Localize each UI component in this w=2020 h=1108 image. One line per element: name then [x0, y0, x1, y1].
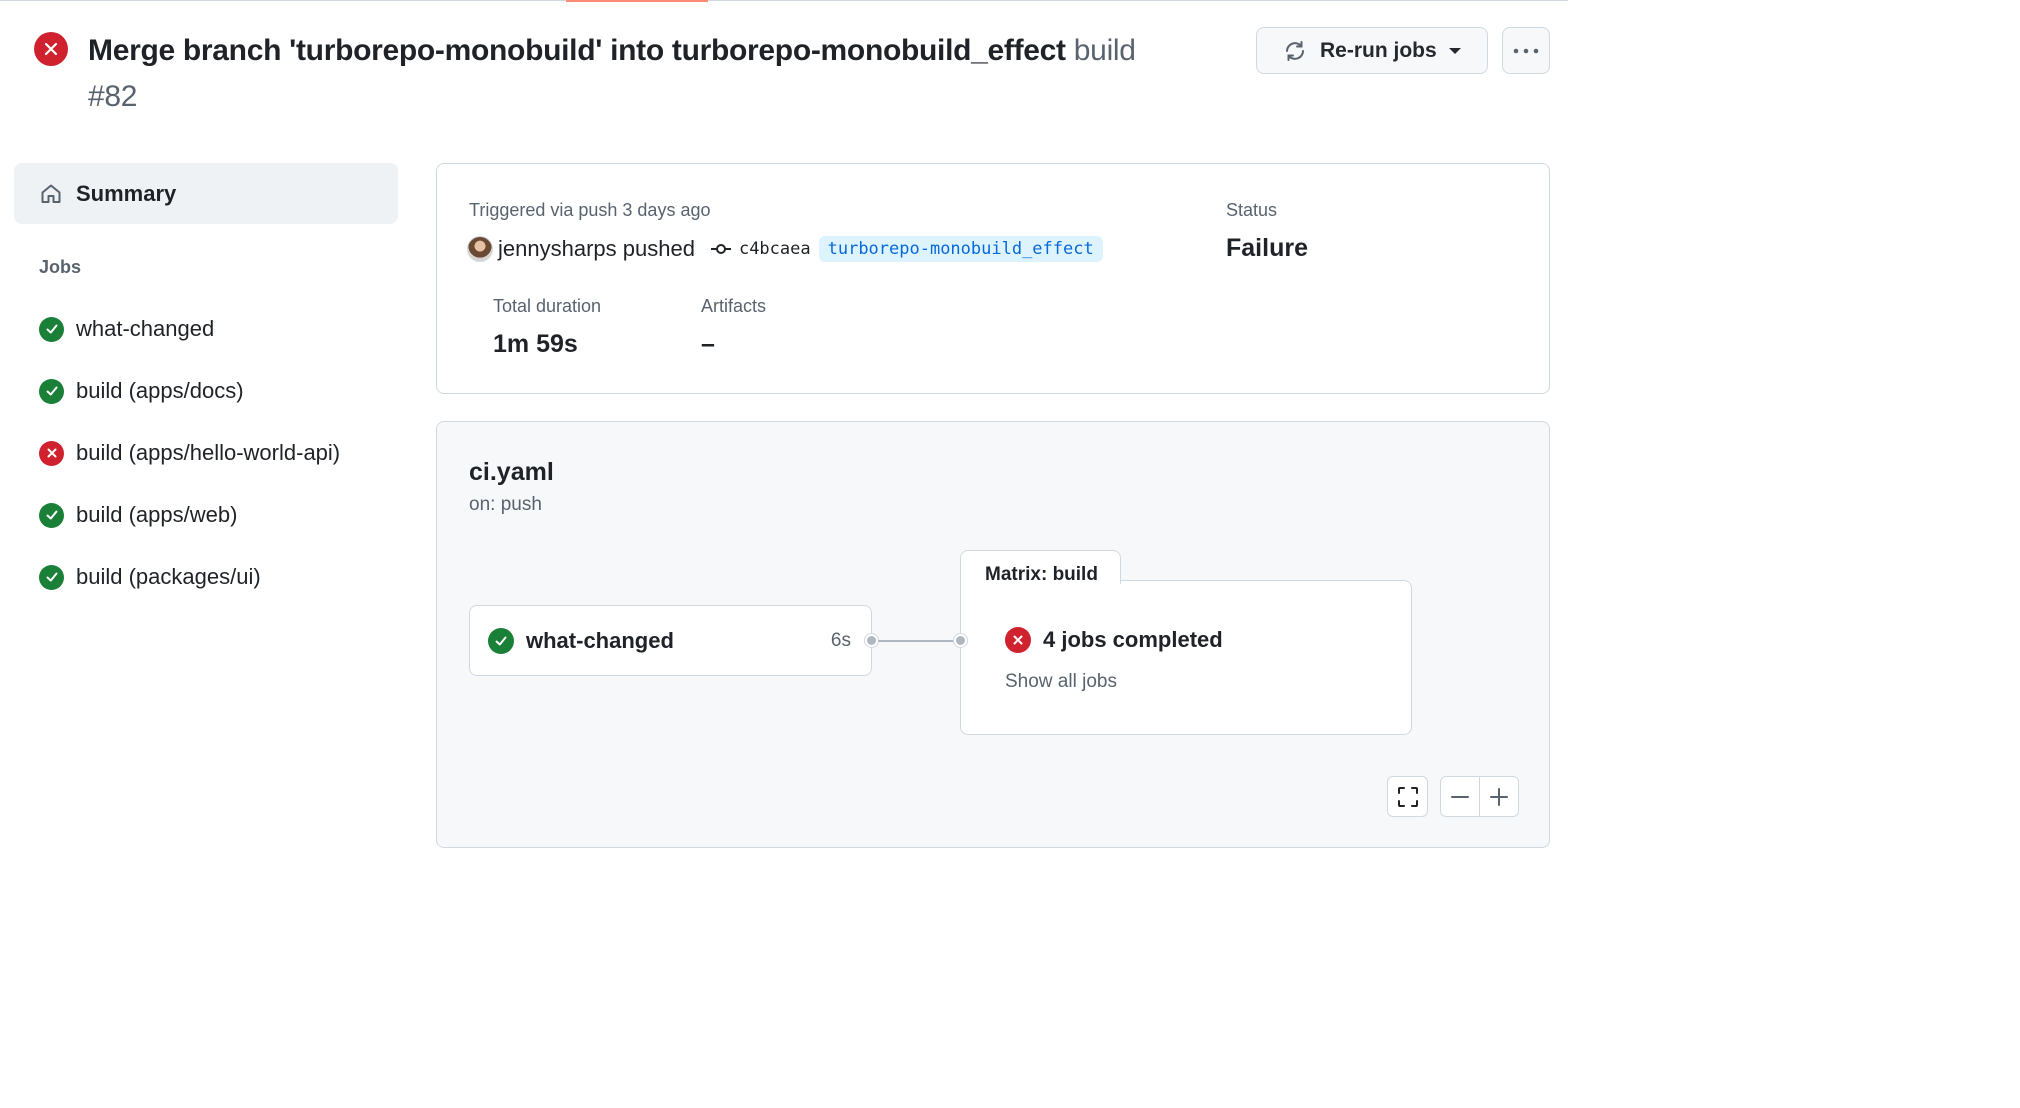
connector-dot-in — [954, 634, 967, 647]
avatar[interactable] — [467, 236, 493, 262]
pushed-word: pushed — [622, 236, 695, 261]
job-node-what-changed[interactable]: what-changed 6s — [469, 605, 872, 676]
check-circle-icon — [39, 502, 64, 528]
sidebar-job-label: build (apps/docs) — [76, 378, 244, 403]
rerun-jobs-label: Re-run jobs — [1320, 38, 1437, 62]
screen-full-icon — [1397, 786, 1418, 807]
run-title-text: Merge branch 'turborepo-monobuild' into … — [88, 34, 1066, 67]
triggered-text: Triggered via push 3 days ago — [469, 200, 711, 220]
show-all-jobs-link[interactable]: Show all jobs — [1005, 671, 1117, 693]
matrix-status-text: 4 jobs completed — [1043, 627, 1223, 652]
kebab-horizontal-icon — [1513, 48, 1539, 53]
connector-line — [878, 640, 958, 642]
sidebar-job-label: what-changed — [76, 316, 215, 341]
sidebar-job-item[interactable]: build (apps/docs) — [39, 360, 399, 422]
sidebar-job-label: build (apps/hello-world-api) — [76, 440, 341, 465]
sidebar-job-item[interactable]: build (apps/hello-world-api) — [39, 422, 399, 484]
jobs-heading: Jobs — [39, 257, 82, 277]
total-duration-label: Total duration — [493, 296, 602, 316]
total-duration-value: 1m 59s — [493, 330, 578, 358]
run-number: #82 — [88, 80, 138, 113]
summary-label: Summary — [76, 180, 177, 206]
pusher-link[interactable]: jennysharps pushed — [498, 236, 695, 262]
workflow-graph-card: ci.yaml on: push what-changed 6s Matrix:… — [436, 421, 1550, 848]
check-circle-icon — [39, 316, 64, 342]
workflow-file-name: ci.yaml — [469, 458, 554, 486]
job-node-name: what-changed — [526, 627, 674, 653]
triangle-down-icon — [1448, 47, 1461, 54]
plus-icon — [1490, 787, 1508, 806]
zoom-in-button[interactable] — [1479, 777, 1518, 816]
push-info: jennysharps pushed c4bcaea turborepo-mon… — [467, 236, 1103, 262]
zoom-out-button[interactable] — [1441, 777, 1479, 816]
sidebar-job-item[interactable]: build (apps/web) — [39, 484, 399, 546]
pusher-name: jennysharps — [498, 236, 617, 261]
sidebar-job-item[interactable]: what-changed — [39, 298, 399, 360]
artifacts-label: Artifacts — [701, 296, 767, 316]
check-circle-icon — [39, 378, 64, 404]
workflow-trigger: on: push — [469, 494, 542, 515]
branch-link[interactable]: turborepo-monobuild_effect — [818, 236, 1103, 262]
x-circle-icon — [1005, 627, 1031, 653]
sidebar-summary-link[interactable]: Summary — [14, 163, 398, 224]
run-summary-card: Triggered via push 3 days ago jennysharp… — [436, 163, 1550, 394]
matrix-status[interactable]: 4 jobs completed — [1005, 627, 1223, 653]
run-workflow-word: build — [1073, 34, 1136, 67]
sync-icon — [1286, 40, 1304, 61]
top-border — [0, 0, 1568, 1]
status-label: Status — [1226, 200, 1278, 220]
connector-dot-out — [865, 634, 878, 647]
minus-icon — [1451, 795, 1469, 798]
job-node-duration: 6s — [830, 629, 851, 651]
home-icon — [41, 184, 61, 203]
matrix-tab: Matrix: build — [960, 550, 1121, 585]
zoom-controls — [1440, 776, 1519, 817]
sidebar-job-item[interactable]: build (packages/ui) — [39, 546, 399, 608]
job-list: what-changed build (apps/docs) build (apps… — [39, 298, 399, 608]
matrix-group: 4 jobs completed Show all jobs — [960, 580, 1412, 735]
more-options-button[interactable] — [1502, 27, 1550, 74]
sidebar-job-label: build (packages/ui) — [76, 564, 261, 589]
commit-sha-link[interactable]: c4bcaea — [739, 239, 811, 259]
fit-to-screen-button[interactable] — [1387, 776, 1428, 817]
check-circle-icon — [39, 564, 64, 590]
check-circle-icon — [488, 627, 514, 654]
active-tab-underline — [566, 0, 708, 2]
status-value: Failure — [1226, 234, 1308, 262]
rerun-jobs-button[interactable]: Re-run jobs — [1256, 27, 1488, 74]
run-title: Merge branch 'turborepo-monobuild' into … — [88, 28, 1208, 120]
x-circle-icon — [39, 440, 64, 466]
failure-x-icon — [34, 32, 68, 66]
sidebar-job-label: build (apps/web) — [76, 502, 238, 527]
git-commit-icon — [710, 244, 731, 254]
artifacts-value: – — [701, 330, 715, 358]
